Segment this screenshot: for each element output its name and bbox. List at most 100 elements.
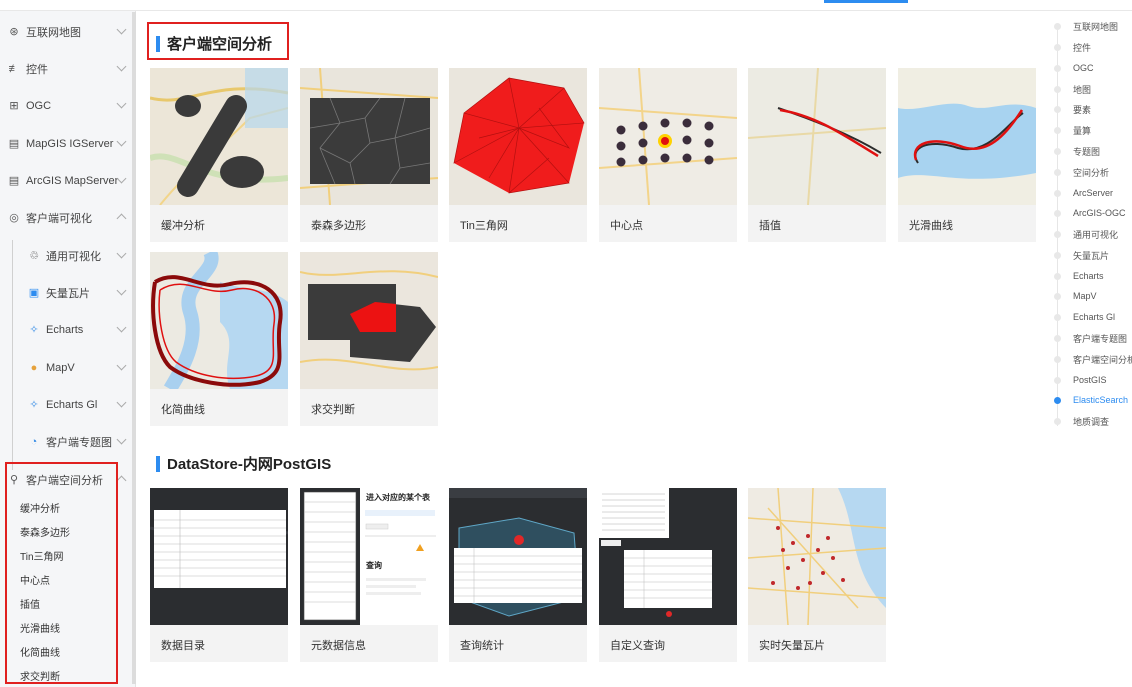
toc-item-general-visualization[interactable]: 通用可视化: [1054, 227, 1118, 241]
cluster-icon: ♲: [29, 250, 39, 262]
sidebar-item-vector-tiles[interactable]: ▣ 矢量瓦片: [0, 274, 135, 311]
thumb-query-stats: [449, 488, 587, 625]
sidebar-item-echarts-gl[interactable]: ✧ Echarts Gl: [0, 386, 135, 423]
toc-item-spatial-analysis[interactable]: 空间分析: [1054, 165, 1109, 179]
sidebar-item-client-theme[interactable]: ◔ 客户端专题图: [0, 423, 135, 460]
chevron-down-icon: [116, 285, 127, 296]
toc-dot: [1054, 251, 1061, 259]
chevron-down-icon: [116, 322, 127, 333]
chevron-down-icon: [116, 24, 127, 35]
card-tin[interactable]: Tin三角网: [449, 68, 587, 242]
sliders-icon: ≢: [8, 62, 20, 75]
toc-item-echarts-gl[interactable]: Echarts Gl: [1054, 310, 1115, 324]
sidebar-item-mapgis-igserver[interactable]: ▤ MapGIS IGServer: [0, 125, 135, 162]
card-caption: Tin三角网: [460, 220, 508, 232]
toc-item-ogc[interactable]: OGC: [1054, 61, 1094, 75]
toc-item-client-theme[interactable]: 客户端专题图: [1054, 331, 1127, 345]
toc-item-echarts[interactable]: Echarts: [1054, 269, 1104, 283]
card-data-catalog[interactable]: 数据目录: [150, 488, 288, 662]
toc-item-mapv[interactable]: MapV: [1054, 289, 1097, 303]
toc-dot: [1054, 105, 1061, 113]
toc-item-measure[interactable]: 量算: [1054, 123, 1091, 137]
toc-item-vector-tiles[interactable]: 矢量瓦片: [1054, 248, 1109, 262]
sidebar-item-controls[interactable]: ≢ 控件: [0, 50, 135, 87]
chevron-up-icon: [116, 213, 127, 224]
card-caption: 光滑曲线: [909, 220, 953, 232]
echarts-icon: ✧: [29, 324, 39, 336]
toc-item-thematic[interactable]: 专题图: [1054, 144, 1100, 158]
server-icon: ▤: [8, 175, 20, 187]
chevron-down-icon: [116, 434, 127, 445]
card-caption: 元数据信息: [311, 640, 366, 652]
sidebar-item-echarts[interactable]: ✧ Echarts: [0, 311, 135, 348]
user-icon: ●: [30, 361, 38, 374]
toc-dot: [1054, 22, 1061, 30]
toc-item-elasticsearch[interactable]: ElasticSearch: [1054, 393, 1128, 407]
toc-item-postgis[interactable]: PostGIS: [1054, 373, 1107, 387]
toc-item-features[interactable]: 要素: [1054, 102, 1091, 116]
toc-item-client-spatial-analysis[interactable]: 客户端空间分析: [1054, 352, 1132, 366]
toc-dot: [1054, 292, 1061, 300]
thumb-intersect: [300, 252, 438, 389]
card-caption: 泰森多边形: [311, 220, 366, 232]
card-caption: 求交判断: [311, 404, 355, 416]
thumb-metadata: 进入对应的某个表 查询: [300, 488, 438, 625]
card-custom-query[interactable]: 自定义查询: [599, 488, 737, 662]
card-smooth[interactable]: 光滑曲线: [898, 68, 1036, 242]
thumb-interpolate: [748, 68, 886, 205]
card-caption: 自定义查询: [610, 640, 665, 652]
section-title-datastore: DataStore-内网PostGIS: [156, 453, 331, 474]
toc-item-geological-survey[interactable]: 地质调查: [1054, 414, 1109, 428]
thumb-data-catalog: [150, 488, 288, 625]
toc-item-internet-map[interactable]: 互联网地图: [1054, 19, 1118, 33]
thumb-buffer: [150, 68, 288, 205]
card-caption: 化简曲线: [161, 404, 205, 416]
toc-dot: [1054, 230, 1061, 238]
card-caption: 数据目录: [161, 640, 205, 652]
toc-dot: [1054, 147, 1061, 155]
sidebar-item-client-visualization[interactable]: ◎ 客户端可视化: [0, 199, 135, 236]
toc-dot: [1054, 376, 1061, 384]
card-query-stats[interactable]: 查询统计: [449, 488, 587, 662]
thumb-tin: [449, 68, 587, 205]
card-voronoi[interactable]: 泰森多边形: [300, 68, 438, 242]
echarts-icon: ✧: [29, 399, 39, 411]
card-interpolate[interactable]: 插值: [748, 68, 886, 242]
sidebar-item-general-visualization[interactable]: ♲ 通用可视化: [0, 237, 135, 274]
card-caption: 缓冲分析: [161, 220, 205, 232]
thumb-smooth: [898, 68, 1036, 205]
card-center[interactable]: 中心点: [599, 68, 737, 242]
card-caption: 插值: [759, 220, 781, 232]
chevron-down-icon: [116, 397, 127, 408]
thumb-voronoi: [300, 68, 438, 205]
card-metadata[interactable]: 进入对应的某个表 查询 元数据信息: [300, 488, 438, 662]
toc-item-arcserver[interactable]: ArcServer: [1054, 186, 1113, 200]
card-buffer[interactable]: 缓冲分析: [150, 68, 288, 242]
chevron-down-icon: [116, 360, 127, 371]
top-divider: [0, 10, 1132, 11]
active-tab-indicator: [824, 0, 908, 3]
card-realtime-vector-tiles[interactable]: 实时矢量瓦片: [748, 488, 886, 662]
server-icon: ▤: [8, 138, 20, 150]
sidebar-scrollbar[interactable]: [132, 12, 136, 684]
toc-item-controls[interactable]: 控件: [1054, 40, 1091, 54]
toc-item-arcgis-ogc[interactable]: ArcGIS-OGC: [1054, 206, 1126, 220]
toc-dot: [1054, 168, 1061, 176]
card-caption: 查询统计: [460, 640, 504, 652]
toc-dot: [1054, 64, 1061, 72]
tile-icon: ▣: [28, 287, 40, 299]
chevron-down-icon: [116, 248, 127, 259]
section-marker: [156, 455, 160, 472]
thumb-simplify: [150, 252, 288, 389]
highlight-box-sidebar: [5, 462, 118, 684]
card-intersect[interactable]: 求交判断: [300, 252, 438, 426]
metadata-heading: 进入对应的某个表: [366, 493, 430, 502]
sidebar-item-internet-map[interactable]: ⊛ 互联网地图: [0, 13, 135, 50]
card-simplify[interactable]: 化简曲线: [150, 252, 288, 426]
sidebar-item-arcgis-mapserver[interactable]: ▤ ArcGIS MapServer: [0, 162, 135, 199]
sidebar-item-ogc[interactable]: ⊞ OGC: [0, 87, 135, 124]
toc-item-map[interactable]: 地图: [1054, 82, 1091, 96]
globe-icon: ⊛: [9, 26, 19, 38]
sidebar-item-mapv[interactable]: ● MapV: [0, 349, 135, 386]
card-caption: 中心点: [610, 220, 643, 232]
